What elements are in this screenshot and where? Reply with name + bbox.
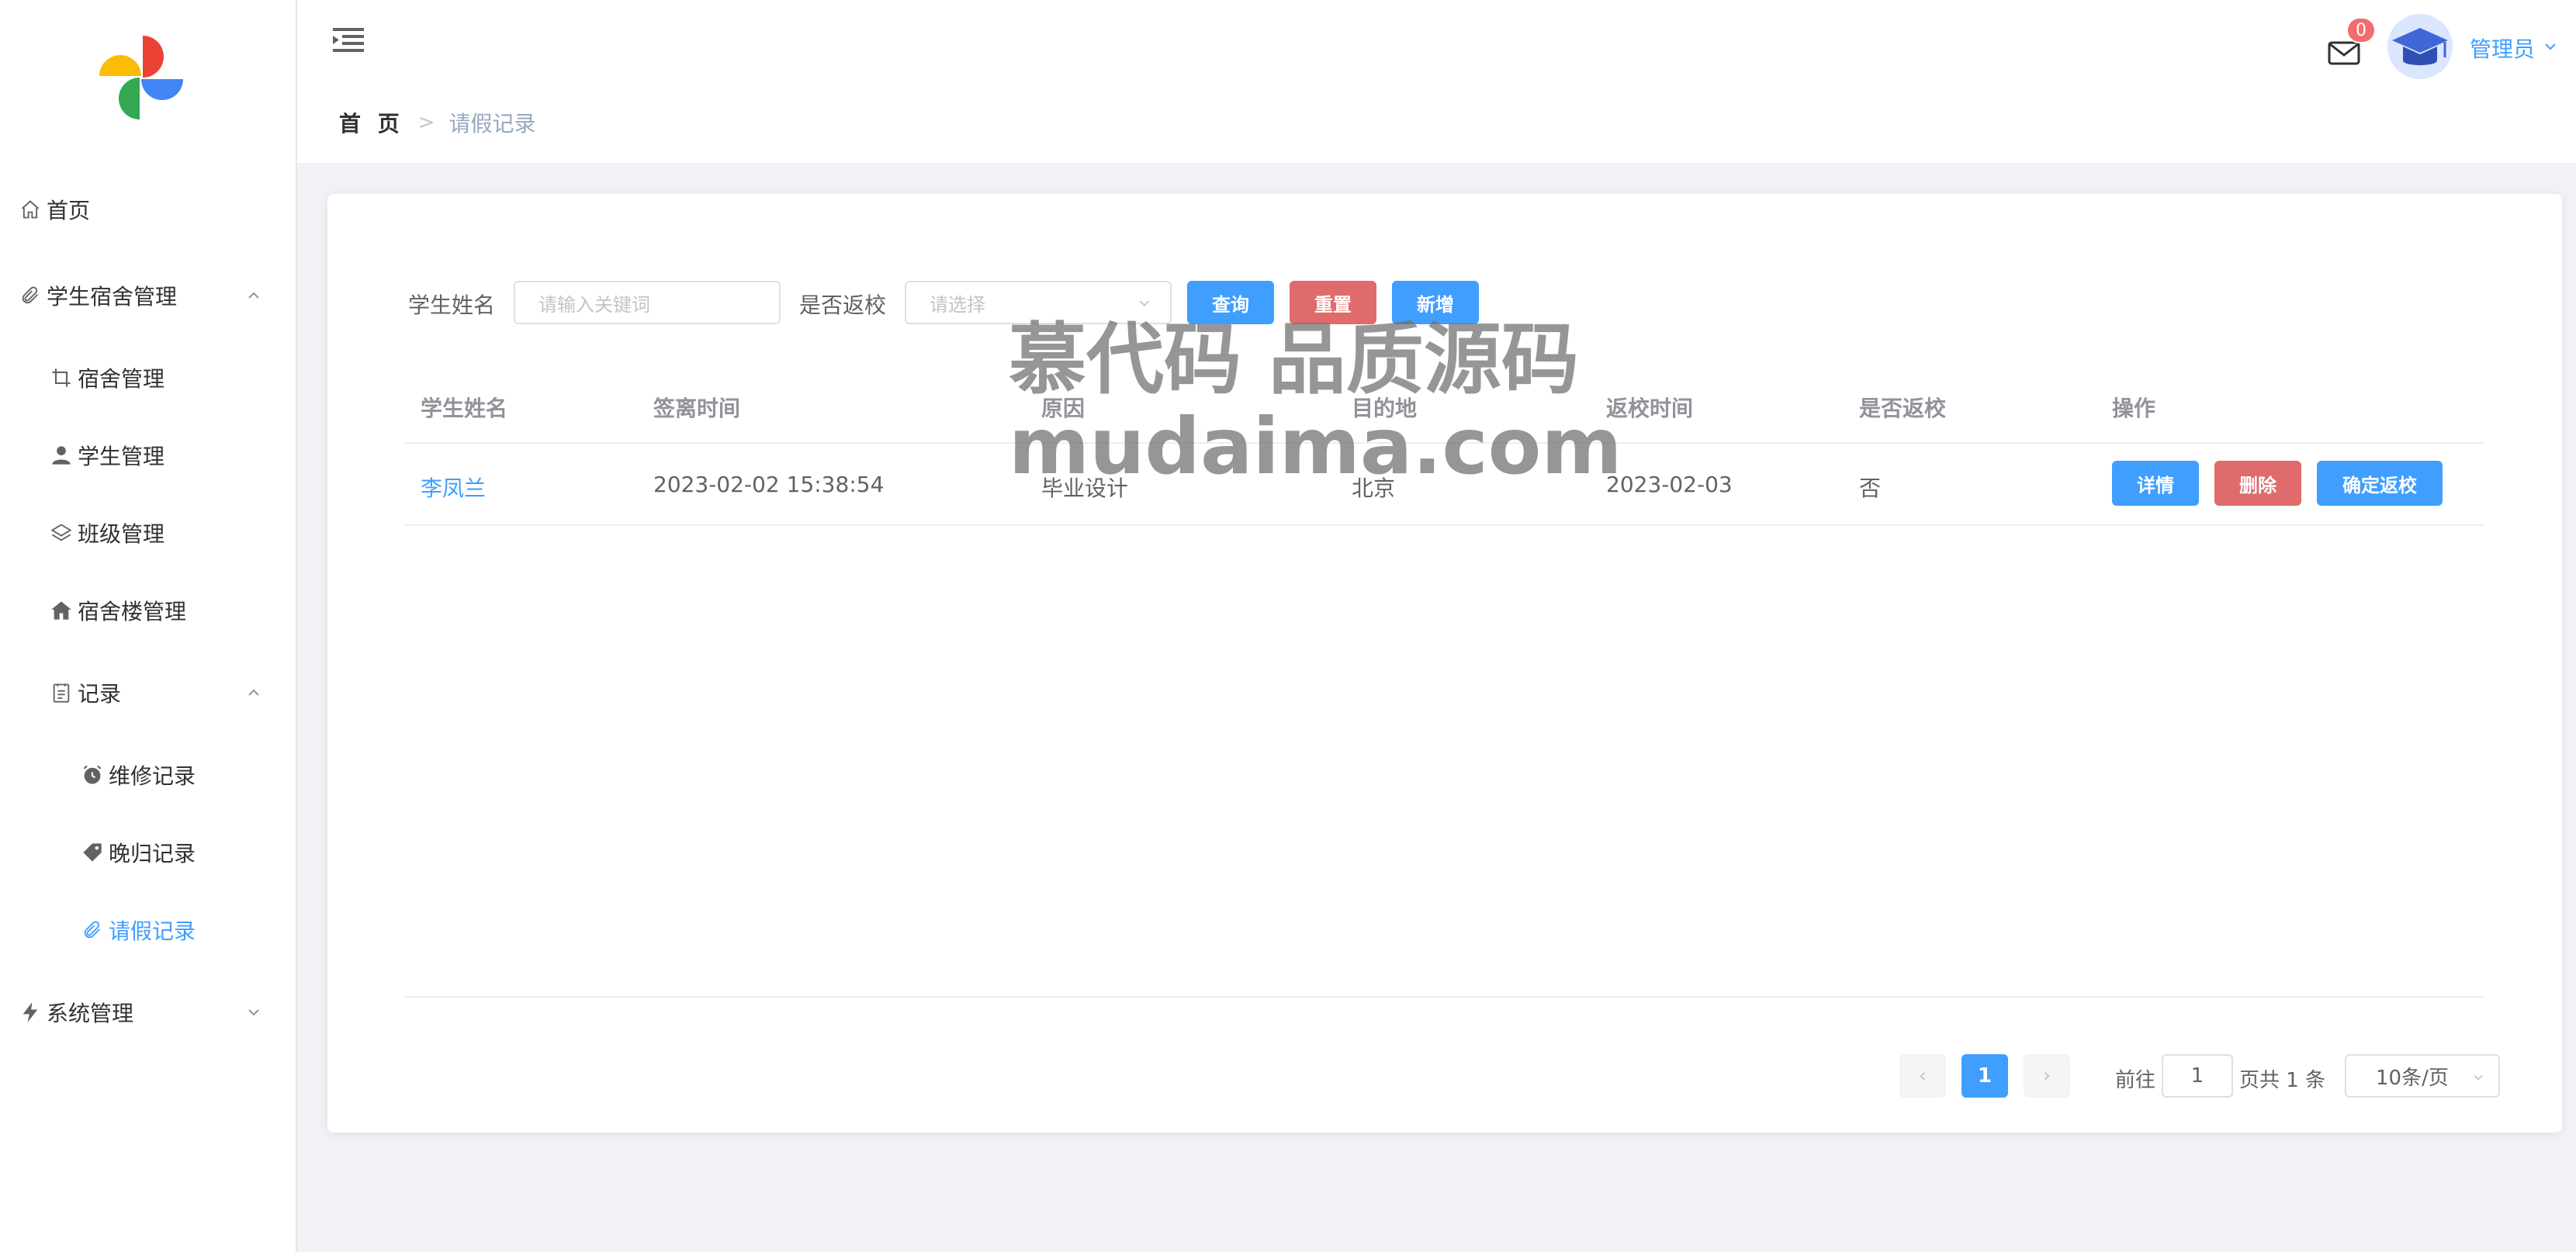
sidebar: 首页 学生宿舍管理 宿舍管理 学生管理 班级管理 宿舍楼管理 记录 维修记录 晚… [0, 0, 297, 1252]
sidebar-item-system-management[interactable]: 系统管理 [0, 981, 297, 1043]
sidebar-item-home[interactable]: 首页 [0, 178, 297, 240]
next-page-button[interactable]: › [2024, 1054, 2070, 1098]
sidebar-item-buildings[interactable]: 宿舍楼管理 [0, 579, 297, 642]
table-divider [405, 524, 2484, 526]
page-number-button[interactable]: 1 [1961, 1054, 2008, 1098]
home-icon [19, 198, 42, 221]
breadcrumb-separator: > [417, 111, 435, 134]
reason-cell: 毕业设计 [1041, 476, 1129, 501]
chevron-down-icon [2474, 1074, 2483, 1081]
chevron-up-icon [248, 292, 259, 299]
sidebar-item-leave-records[interactable]: 请假记录 [0, 899, 297, 961]
returned-cell: 否 [1859, 476, 1882, 501]
sidebar-item-label: 系统管理 [47, 1001, 134, 1026]
delete-button[interactable]: 删除 [2214, 461, 2301, 506]
sidebar-item-label: 晚归记录 [109, 841, 196, 866]
column-header: 返校时间 [1606, 396, 1694, 421]
chevron-down-icon [1139, 300, 1150, 307]
returned-label: 是否返校 [799, 292, 887, 318]
sidebar-item-records[interactable]: 记录 [0, 662, 297, 724]
table-bottom-border [405, 996, 2484, 998]
sidebar-item-dorm-management[interactable]: 学生宿舍管理 [0, 265, 297, 327]
page-size-select[interactable]: 10条/页 [2345, 1054, 2500, 1098]
query-button[interactable]: 查询 [1187, 281, 1274, 324]
return-time-cell: 2023-02-03 [1606, 472, 1733, 497]
column-header: 原因 [1041, 396, 1085, 421]
chevron-up-icon [248, 689, 259, 696]
confirm-return-button[interactable]: 确定返校 [2317, 461, 2443, 506]
leave-time-cell: 2023-02-02 15:38:54 [653, 472, 885, 497]
sidebar-item-students[interactable]: 学生管理 [0, 424, 297, 486]
sidebar-item-label: 记录 [78, 681, 122, 707]
sidebar-item-label: 班级管理 [78, 521, 165, 547]
alarm-clock-icon [81, 763, 104, 787]
sidebar-item-label: 请假记录 [109, 918, 196, 944]
graduation-cap-icon [2387, 14, 2453, 79]
table-divider [405, 442, 2484, 444]
tag-icon [81, 841, 104, 864]
pinwheel-logo [99, 36, 183, 119]
student-name-label: 学生姓名 [408, 292, 496, 318]
content-card: 学生姓名 请输入关键词 是否返校 请选择 查询 重置 新增 学生姓名 签离时间 … [327, 194, 2562, 1133]
crop-icon [50, 366, 73, 389]
menu-fold-icon[interactable] [333, 26, 364, 54]
student-name-link[interactable]: 李凤兰 [421, 472, 486, 503]
user-icon [50, 444, 73, 467]
paperclip-icon [19, 284, 42, 307]
column-header: 签离时间 [653, 396, 741, 421]
header: 首 页 > 请假记录 0 管理员 [297, 0, 2576, 163]
username[interactable]: 管理员 [2470, 33, 2535, 64]
sidebar-item-dorm[interactable]: 宿舍管理 [0, 347, 297, 409]
goto-label: 前往 [2115, 1069, 2156, 1092]
reset-button[interactable]: 重置 [1290, 281, 1376, 324]
column-header: 目的地 [1352, 396, 1418, 421]
sidebar-item-label: 宿舍管理 [78, 366, 165, 392]
detail-button[interactable]: 详情 [2112, 461, 2199, 506]
breadcrumb-home[interactable]: 首 页 [339, 107, 404, 138]
sidebar-item-late-return-records[interactable]: 晚归记录 [0, 821, 297, 884]
total-text: 页共 1 条 [2239, 1069, 2326, 1092]
paperclip-icon [81, 918, 104, 942]
sidebar-item-label: 学生宿舍管理 [47, 284, 178, 310]
breadcrumb-current: 请假记录 [448, 111, 536, 137]
destination-cell: 北京 [1352, 476, 1396, 501]
column-header: 学生姓名 [421, 396, 508, 421]
layers-icon [50, 521, 73, 545]
avatar[interactable] [2387, 14, 2453, 79]
chevron-down-icon [248, 1009, 259, 1016]
sidebar-item-label: 学生管理 [78, 444, 165, 469]
sidebar-item-label: 维修记录 [109, 763, 196, 789]
sidebar-item-repair-records[interactable]: 维修记录 [0, 744, 297, 806]
sidebar-item-label: 宿舍楼管理 [78, 599, 187, 624]
sidebar-item-classes[interactable]: 班级管理 [0, 502, 297, 564]
returned-select[interactable]: 请选择 [905, 281, 1172, 324]
add-button[interactable]: 新增 [1392, 281, 1479, 324]
breadcrumb: 首 页 > 请假记录 [339, 107, 536, 138]
notification-badge: 0 [2346, 17, 2376, 43]
student-name-input[interactable]: 请输入关键词 [514, 281, 781, 324]
goto-page-input[interactable]: 1 [2162, 1054, 2233, 1098]
sidebar-item-label: 首页 [47, 198, 91, 223]
prev-page-button[interactable]: ‹ [1899, 1054, 1946, 1098]
column-header: 操作 [2112, 396, 2156, 421]
column-header: 是否返校 [1859, 396, 1947, 421]
lightning-icon [19, 1001, 42, 1024]
chevron-down-icon[interactable] [2541, 37, 2560, 56]
house-icon [50, 599, 73, 622]
document-icon [50, 681, 73, 704]
